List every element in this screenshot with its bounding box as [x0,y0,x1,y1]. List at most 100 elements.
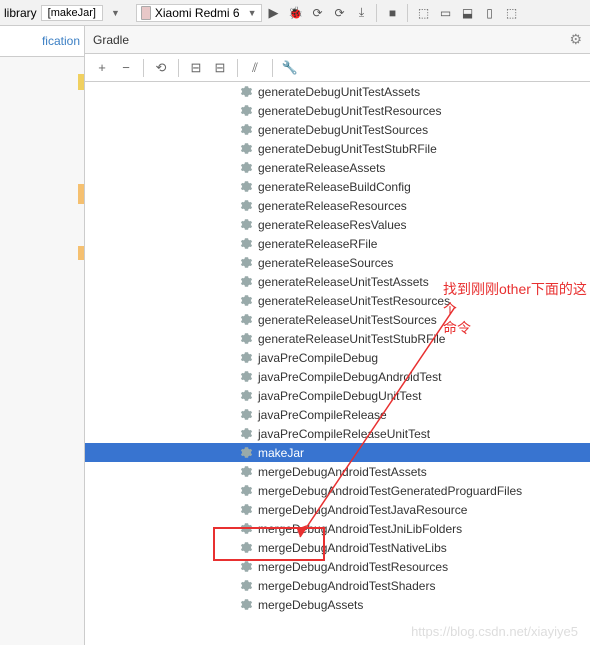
task-item[interactable]: javaPreCompileDebugUnitTest [85,386,590,405]
task-label: generateReleaseResValues [258,218,407,232]
task-label: generateDebugUnitTestAssets [258,85,420,99]
collapse-icon[interactable]: ⊟ [209,57,231,79]
expand-icon[interactable]: ⊟ [185,57,207,79]
task-label: mergeDebugAndroidTestJavaResource [258,503,467,517]
task-label: mergeDebugAssets [258,598,363,612]
sync-icon[interactable]: ⬚ [414,3,434,23]
task-item[interactable]: generateReleaseUnitTestAssets [85,272,590,291]
task-item[interactable]: makeJar [85,443,590,462]
left-sidebar: fication [0,26,85,645]
coverage-icon[interactable]: ⟳ [330,3,350,23]
gear-icon [240,85,253,98]
task-item[interactable]: generateReleaseRFile [85,234,590,253]
gear-icon [240,598,253,611]
gear-icon [240,313,253,326]
task-label: mergeDebugAndroidTestShaders [258,579,435,593]
gear-icon [240,389,253,402]
layout-icon[interactable]: ⬚ [502,3,522,23]
config-prefix: library [4,6,37,20]
task-item[interactable]: generateReleaseSources [85,253,590,272]
task-item[interactable]: mergeDebugAndroidTestAssets [85,462,590,481]
panel-toolbar: + − ⟲ ⊟ ⊟ ⫽ 🔧 [85,54,590,82]
task-item[interactable]: generateReleaseResources [85,196,590,215]
task-item[interactable]: mergeDebugAndroidTestGeneratedProguardFi… [85,481,590,500]
gear-icon [240,503,253,516]
task-label: javaPreCompileReleaseUnitTest [258,427,430,441]
task-item[interactable]: mergeDebugAndroidTestResources [85,557,590,576]
task-label: generateReleaseUnitTestSources [258,313,437,327]
device-dropdown[interactable]: Xiaomi Redmi 6 ▼ [136,4,262,22]
separator [237,59,238,77]
task-item[interactable]: generateDebugUnitTestAssets [85,82,590,101]
task-label: javaPreCompileDebugAndroidTest [258,370,441,384]
editor-marker [78,74,84,90]
task-item[interactable]: generateDebugUnitTestSources [85,120,590,139]
profile-icon[interactable]: ⟳ [308,3,328,23]
task-item[interactable]: javaPreCompileRelease [85,405,590,424]
gear-icon [240,465,253,478]
settings-icon[interactable]: ⚙ [569,31,582,48]
separator [178,59,179,77]
task-tree: 找到刚刚other下面的这个 命令 generateDebugUnitTestA… [85,82,590,645]
task-item[interactable]: javaPreCompileDebugAndroidTest [85,367,590,386]
gear-icon [240,256,253,269]
add-icon[interactable]: + [91,57,113,79]
editor-marker [78,184,84,204]
gear-icon [240,237,253,250]
task-item[interactable]: generateReleaseUnitTestSources [85,310,590,329]
gear-icon [240,560,253,573]
task-item[interactable]: mergeDebugAndroidTestJavaResource [85,500,590,519]
task-item[interactable]: generateDebugUnitTestResources [85,101,590,120]
gear-icon [240,579,253,592]
task-item[interactable]: mergeDebugAndroidTestNativeLibs [85,538,590,557]
gear-icon [240,218,253,231]
gear-icon [240,275,253,288]
task-label: mergeDebugAndroidTestJniLibFolders [258,522,462,536]
attach-icon[interactable]: ⤓ [352,3,372,23]
gear-icon [240,408,253,421]
task-label: generateReleaseSources [258,256,393,270]
task-item[interactable]: generateDebugUnitTestStubRFile [85,139,590,158]
device-manager-icon[interactable]: ▯ [480,3,500,23]
task-label: generateReleaseAssets [258,161,385,175]
wrench-icon[interactable]: 🔧 [279,57,301,79]
task-item[interactable]: generateReleaseUnitTestResources [85,291,590,310]
task-label: generateDebugUnitTestStubRFile [258,142,437,156]
gear-icon [240,180,253,193]
offline-icon[interactable]: ⫽ [244,57,266,79]
run-config[interactable]: [makeJar] [41,5,103,21]
task-label: javaPreCompileDebugUnitTest [258,389,421,403]
gear-icon [240,104,253,117]
run-icon[interactable]: ▶ [264,3,284,23]
task-item[interactable]: mergeDebugAssets [85,595,590,614]
task-item[interactable]: javaPreCompileDebug [85,348,590,367]
device-name: Xiaomi Redmi 6 [155,6,240,20]
task-item[interactable]: mergeDebugAndroidTestShaders [85,576,590,595]
debug-icon[interactable]: 🐞 [286,3,306,23]
task-item[interactable]: generateReleaseResValues [85,215,590,234]
gear-icon [240,446,253,459]
refresh-icon[interactable]: ⟲ [150,57,172,79]
chevron-down-icon[interactable]: ▼ [111,8,120,18]
avd-icon[interactable]: ▭ [436,3,456,23]
remove-icon[interactable]: − [115,57,137,79]
gear-icon [240,294,253,307]
stop-icon[interactable]: ■ [383,3,403,23]
notification-tab[interactable]: fication [0,26,84,57]
task-item[interactable]: mergeDebugAndroidTestJniLibFolders [85,519,590,538]
gear-icon [240,332,253,345]
task-label: generateDebugUnitTestResources [258,104,441,118]
task-item[interactable]: generateReleaseAssets [85,158,590,177]
task-label: generateReleaseUnitTestResources [258,294,450,308]
device-icon [141,6,151,20]
task-item[interactable]: generateReleaseBuildConfig [85,177,590,196]
panel-title: Gradle [93,33,129,47]
task-item[interactable]: generateReleaseUnitTestStubRFile [85,329,590,348]
sdk-icon[interactable]: ⬓ [458,3,478,23]
gear-icon [240,351,253,364]
main-toolbar: library [makeJar] ▼ Xiaomi Redmi 6 ▼ ▶ 🐞… [0,0,590,26]
gear-icon [240,522,253,535]
task-label: generateReleaseRFile [258,237,377,251]
task-item[interactable]: javaPreCompileReleaseUnitTest [85,424,590,443]
editor-marker [78,246,84,260]
